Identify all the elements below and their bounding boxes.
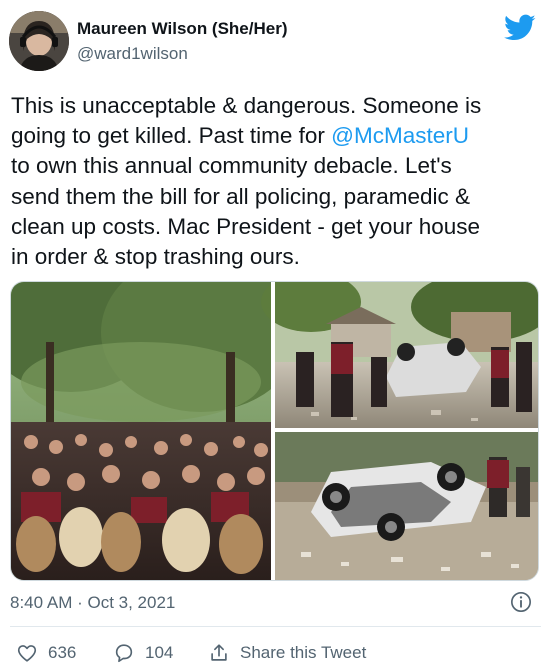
photo-crowd[interactable] xyxy=(11,282,301,580)
tweet-card: Maureen Wilson (She/Her) @ward1wilson Th… xyxy=(0,0,553,672)
reply-bubble-icon xyxy=(115,644,133,663)
share-icon xyxy=(211,644,227,661)
heart-icon xyxy=(17,645,37,662)
author-name[interactable]: Maureen Wilson (She/Her) xyxy=(77,19,288,39)
reply-count: 104 xyxy=(145,643,174,662)
tweet-media-grid[interactable] xyxy=(10,281,539,581)
tweet-timestamp[interactable]: 8:40 AM · Oct 3, 2021 xyxy=(10,593,175,613)
share-button[interactable]: Share this Tweet xyxy=(208,640,366,666)
photo-overturned-car-street[interactable] xyxy=(261,282,538,428)
avatar[interactable] xyxy=(9,11,69,71)
like-button[interactable]: 636 xyxy=(16,640,76,666)
twitter-bird-icon[interactable] xyxy=(504,14,536,42)
photo-overturned-car-closeup[interactable] xyxy=(275,432,538,580)
tweet-text: This is unacceptable & dangerous. Someon… xyxy=(11,91,541,272)
reply-button[interactable]: 104 xyxy=(113,640,173,666)
mention-link[interactable]: @McMasterU xyxy=(331,123,469,148)
divider xyxy=(10,626,541,627)
tweet-text-part: to own this annual community debacle. Le… xyxy=(11,153,480,270)
info-icon[interactable] xyxy=(510,591,532,613)
like-count: 636 xyxy=(48,643,77,662)
author-handle[interactable]: @ward1wilson xyxy=(77,44,188,64)
share-label: Share this Tweet xyxy=(240,643,367,662)
